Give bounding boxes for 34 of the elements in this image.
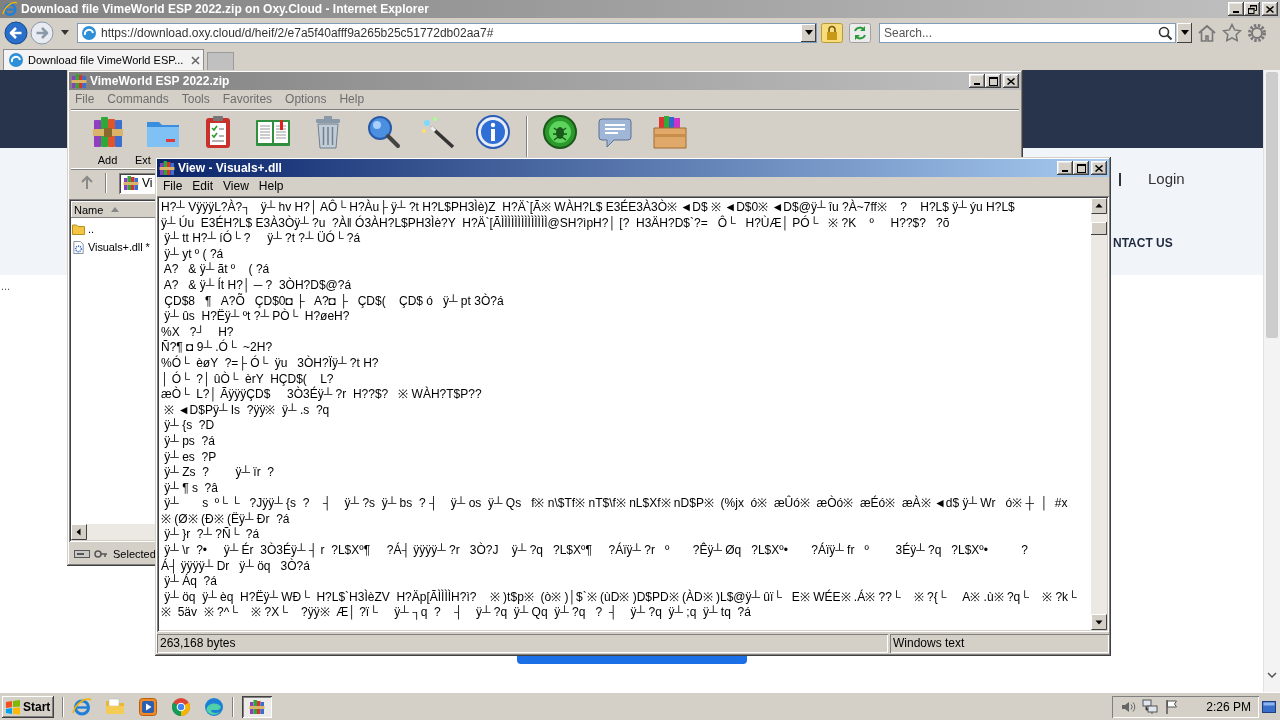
text-line: ÿ┴ \r ?• ÿ┴ Ér 3Ò3Éÿ┴ ┤ r ?L$Xº¶ ?Á┤ ÿÿÿÿ┴ ?r 3Ò?J ÿ┴ ?q ?L$Xº¶ ?Áïÿ┴ ?r º ?Êÿ┴ Øq ?L$Xº• ?Áïÿ┴ fr º 3Éÿ┴ ?q ?L$Xº• ? <box>163 543 1028 558</box>
text-line: %X ?┘ H? <box>161 324 234 339</box>
text-line: ÿ┴ }r ?┴ ?Ñ└ ?á <box>163 527 260 542</box>
text-line: A? & ÿ┴ Ít H?│ ─ ? 3ÒH?D$@?á <box>162 277 352 294</box>
status-text: Windows text <box>890 634 1109 653</box>
status-text: 263,168 bytes <box>157 634 888 653</box>
text-line: Á┤ ÿÿÿÿ┴ Dr ÿ┴ öq 3Ò?á <box>161 558 310 575</box>
status-text: Selected <box>113 548 156 560</box>
text-line: ÿ┴ öq ÿ┴ èq H?Ëÿ┴ WÐ└ H?L$`H3ÌèZV H?Äp[ÃÌÌÌÌH?ì? ※ )t$p※ (ò※ )│$`※ (ùD※ )D$PD※ (ÀD※ )L$@ÿ┴ ûï└ E※ WÉE※ .Á※ ??└ ※ ?{└ A※ .ù※ ?q└ ※ ?k└ <box>163 589 1077 606</box>
clock: 2:26 PM <box>1206 699 1251 714</box>
text-line: ÇD$8 ¶ A?Õ ÇD$0◘ ├ A?◘ ├ ÇD$( ÇD$ ó ÿ┴ pt 3Ò?á <box>163 293 504 309</box>
text-line: ÿ┴ ûs H?Ëÿ┴ ºt ?┴ PÒ└ H?øeH? <box>163 309 350 325</box>
text-line: ÿ┴ Áq ?á <box>164 574 217 590</box>
text-line: Ñ?¶ ◘ 9┴ .Ó└ ~2H? <box>161 340 273 355</box>
text-line: ÿ┴ es ?P <box>163 449 217 465</box>
text-line: ※ 5äv ※ ?^└ ※ ?X└ ?ÿÿ※ Æ│ ?ï└ ÿ┴ ┐q ? ┤ ÿ┴ ?q ÿ┴ Qq ÿ┴ ?q ? ┤ ÿ┴ ?q ÿ┴ ;q ÿ┴ tq ?á <box>161 605 751 622</box>
text-line: ÿ┴ Zs ? ÿ┴ ïr ? <box>163 465 275 481</box>
text-line: ÿ┴ {s ?D <box>163 418 215 434</box>
text-line: A? & ÿ┴ ãt º ( ?á <box>162 262 270 277</box>
text-line: ÿ┴ ps ?á <box>163 433 215 450</box>
window-title: Download file VimeWorld ESP 2022.zip on Oxy.Cloud - Internet Explorer <box>21 1 430 17</box>
text-line: ÿ┴ yt º ( ?á <box>163 246 224 262</box>
text-line: ÿ┴ Úu E3ÉH?L$ E3À3Òÿ┴ ?u ?À‖ Ó3ÀH?L$PH3Ìè?Y H?Ä`[ÃÌÌÌÌÌÌÌÌÌÌÌÌÌÌ@SH?ìpH?│ [? H3ÄH?D$`?= Ô└ H?ÙÆ│ PÓ└ ※ ?K º H??$? ?õ <box>161 215 950 231</box>
text-line: ※ ◄D$Pÿ┴ Is ?ÿÿ※ ÿ┴ .s ?q <box>163 402 330 418</box>
window-title: View - Visuals+.dll <box>178 160 283 176</box>
text-line: æÒ└ L?│ ÃÿÿÿÇD$ 3Ò3Éÿ┴ ?r H??$? ※ WÀH?T$P?? <box>161 387 482 402</box>
text-line: ※ (Ø※ (Ð※ (Ëÿ┴ Ðr ?á <box>161 511 290 527</box>
window-title: VimeWorld ESP 2022.zip <box>90 73 231 89</box>
text-line: ÿ┴ tt H?┴ íÓ└ ? ÿ┴ ?t ?┴ ÜÓ└ ?á <box>163 231 361 247</box>
ellipsis-text: ... <box>1 281 11 291</box>
text-line: ÿ┴ ¶ s ?â <box>163 480 218 496</box>
text-line: %Ó└ èøY ?=├ Ó└ ÿu 3ÒH?Ïÿ┴ ?t H? <box>161 355 379 372</box>
text-line: ÿ┴ s º└ └ ?Jÿÿ┴ {s ? ┤ ÿ┴ ?s ÿ┴ bs ? ┤ ÿ┴ os ÿ┴ Qs f※ n\$Tf※ nT$\f※ nL$Xf※ nD$P※ (%jx ó※ æÛó※ æÒó※ æÉó※ æÀ※ ◄d$ ÿ┴ Wr ó※ ┼ │ #x <box>163 496 1068 512</box>
text-line: │ Ó└ ?│ ûÒ└ èrY HÇD$( L? <box>161 371 334 387</box>
